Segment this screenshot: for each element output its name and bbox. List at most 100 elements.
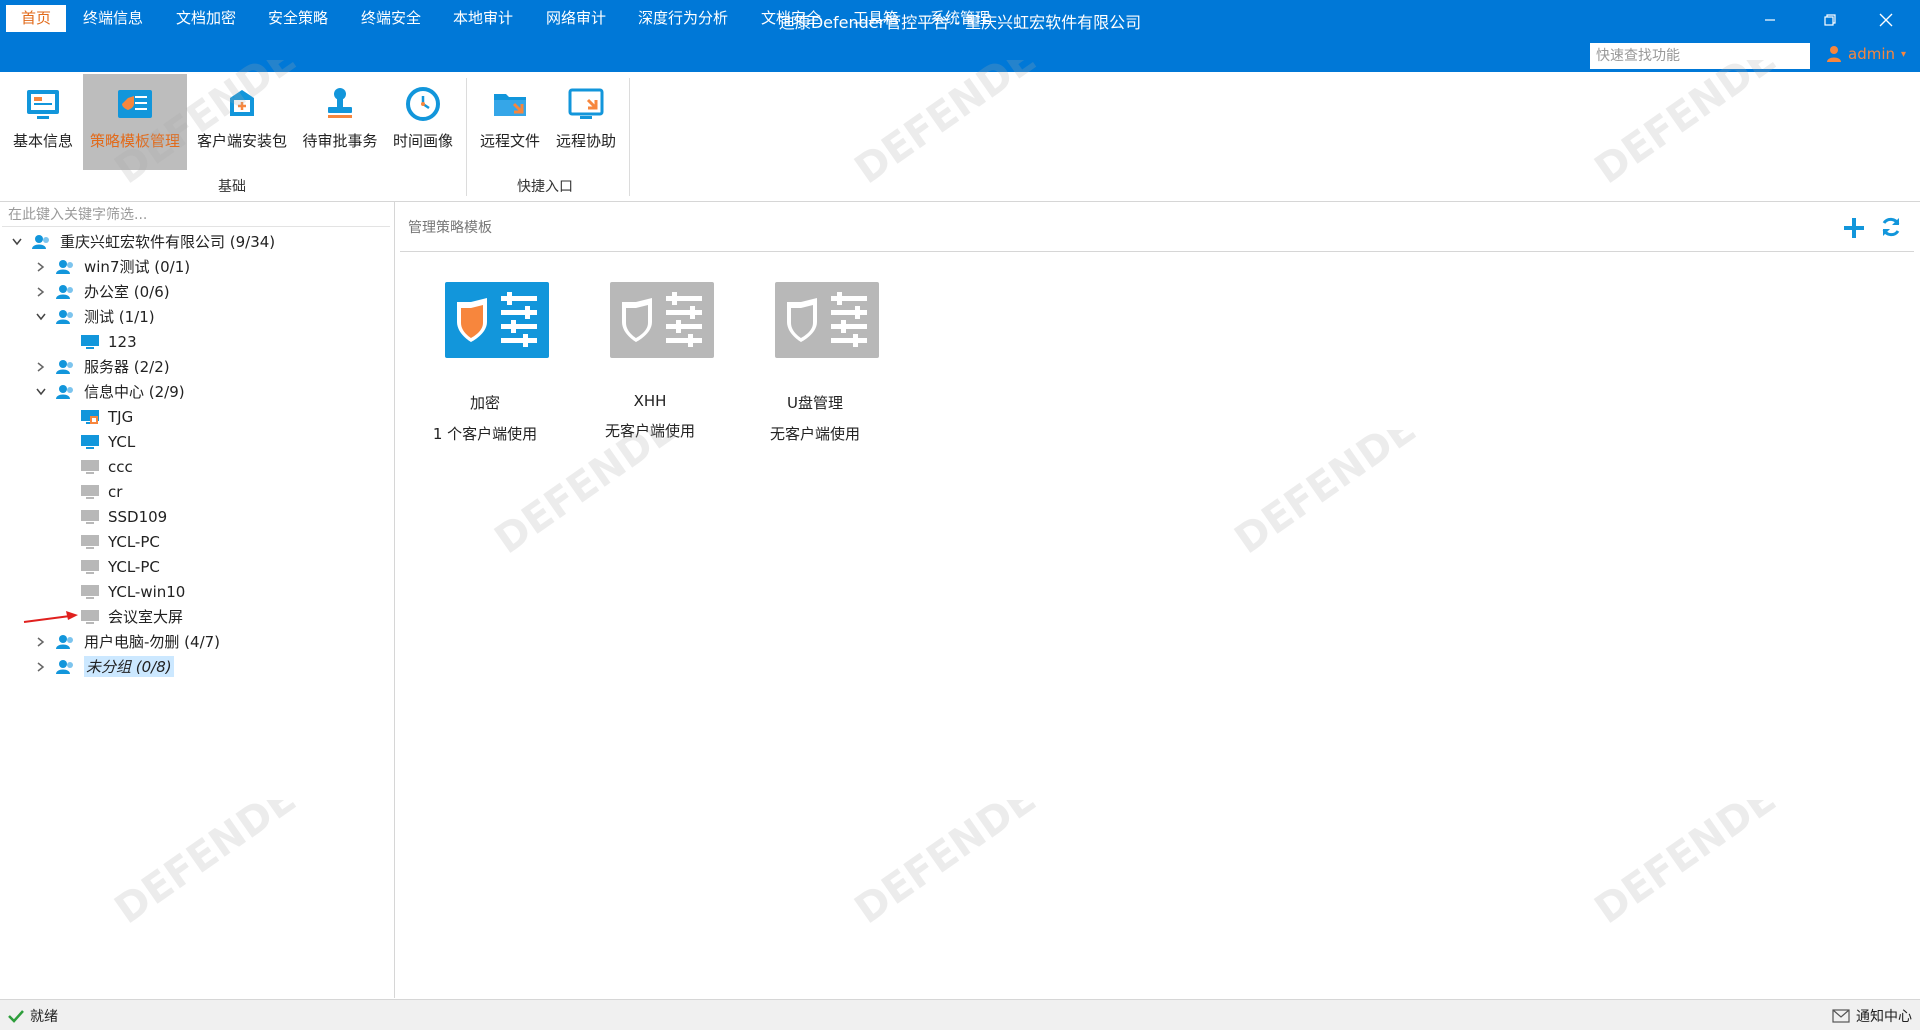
close-icon [1879, 13, 1893, 27]
user-menu[interactable]: admin ▾ [1826, 45, 1906, 63]
template-usage: 无客户端使用 [604, 422, 695, 440]
template-card-encrypt[interactable]: 加密 1 个客户端使用 [410, 282, 560, 444]
tree-node-group[interactable]: win7测试 (0/1) [32, 254, 190, 279]
ribbon-remote-assist-button[interactable]: 远程协助 [551, 74, 621, 170]
user-group-icon [32, 233, 52, 251]
ribbon-group-label-basic: 基础 [218, 179, 246, 195]
add-template-icon[interactable] [1842, 216, 1866, 240]
status-text: 就绪 [30, 1009, 58, 1025]
ribbon-pending-approval-button[interactable]: 待审批事务 [298, 74, 382, 170]
user-icon [1827, 46, 1841, 62]
chevron-right-icon[interactable] [32, 633, 50, 651]
menu-toolbox[interactable]: 工具箱 [838, 5, 913, 32]
tree-node-computer[interactable]: ccc [80, 454, 133, 479]
ribbon-basic-info-button[interactable]: 基本信息 [8, 74, 78, 170]
tree-node-label: 123 [108, 332, 137, 351]
tree-node-label: YCL [108, 432, 136, 451]
menu-security-policy[interactable]: 安全策略 [253, 5, 343, 32]
tree-node-label: YCL-PC [108, 532, 160, 551]
tree-node-group[interactable]: 办公室 (0/6) [32, 279, 170, 304]
template-usage: 无客户端使用 [769, 425, 860, 443]
menu-behavior-analysis[interactable]: 深度行为分析 [623, 5, 743, 32]
ribbon-separator [466, 78, 467, 196]
tree-node-computer[interactable]: cr [80, 479, 122, 504]
tree-node-label: cr [108, 482, 123, 501]
tree-node-computer[interactable]: 会议室大屏 [80, 604, 183, 629]
chevron-right-icon[interactable] [32, 283, 50, 301]
computer-online-icon [80, 333, 100, 351]
remote-screen-icon [568, 88, 604, 119]
tree-node-group[interactable]: 未分组 (0/8) [32, 654, 174, 679]
tree-node-computer[interactable]: SSD109 [80, 504, 167, 529]
chevron-down-icon[interactable] [32, 308, 50, 326]
ribbon-label: 客户端安装包 [196, 132, 287, 150]
ribbon-time-portrait-button[interactable]: 时间画像 [388, 74, 458, 170]
template-usage: 1 个客户端使用 [432, 425, 538, 443]
tree-node-computer[interactable]: YCL [80, 429, 135, 454]
computer-offline-icon [80, 508, 100, 526]
restore-icon [1824, 14, 1836, 26]
ribbon-label: 待审批事务 [302, 132, 378, 150]
quick-search-input[interactable] [1590, 43, 1810, 69]
tree-node-root[interactable]: 重庆兴虹宏软件有限公司 (9/34) [8, 229, 275, 254]
ribbon-group-label-shortcut: 快捷入口 [517, 179, 573, 195]
menu-terminal-info[interactable]: 终端信息 [68, 5, 158, 32]
tree-node-label: 服务器 (2/2) [84, 358, 170, 376]
tree-node-group[interactable]: 测试 (1/1) [32, 304, 155, 329]
tree-node-computer[interactable]: 123 [80, 329, 137, 354]
stamp-icon [328, 88, 352, 118]
tree-node-label: YCL-win10 [108, 582, 186, 601]
panel-header: 管理策略模板 [400, 202, 1914, 252]
clock-icon [406, 87, 440, 121]
chevron-down-icon[interactable] [8, 233, 26, 251]
chevron-down-icon[interactable] [32, 383, 50, 401]
tree-node-computer[interactable]: TJG [80, 404, 133, 429]
user-group-icon [56, 308, 76, 326]
menu-network-audit[interactable]: 网络审计 [531, 5, 621, 32]
tree-node-label: 未分组 (0/8) [84, 656, 174, 677]
template-icon [118, 90, 152, 118]
chevron-down-icon: ▾ [1901, 48, 1907, 60]
tree-node-group[interactable]: 用户电脑-勿删 (4/7) [32, 629, 220, 654]
tree-node-group[interactable]: 服务器 (2/2) [32, 354, 170, 379]
ribbon-client-package-button[interactable]: 客户端安装包 [193, 74, 291, 170]
annotation-arrow-icon [23, 611, 78, 623]
notification-center-button[interactable]: 通知中心 [1832, 1006, 1912, 1026]
template-card-xhh[interactable]: XHH 无客户端使用 [575, 282, 725, 441]
tree-node-label: 测试 (1/1) [84, 308, 155, 326]
menu-system-management[interactable]: 系统管理 [915, 5, 1005, 32]
computer-online-icon [80, 433, 100, 451]
ribbon-label: 远程文件 [479, 132, 540, 150]
chevron-right-icon[interactable] [32, 358, 50, 376]
ribbon-policy-template-button[interactable]: 策略模板管理 [83, 74, 187, 170]
minimize-button[interactable] [1750, 6, 1790, 34]
refresh-icon[interactable] [1880, 216, 1902, 238]
user-group-icon [56, 358, 76, 376]
template-card-usb[interactable]: U盘管理 无客户端使用 [740, 282, 890, 444]
ribbon-label: 策略模板管理 [89, 132, 180, 150]
menu-local-audit[interactable]: 本地审计 [438, 5, 528, 32]
close-button[interactable] [1866, 6, 1906, 34]
tree-node-label: YCL-PC [108, 557, 160, 576]
chevron-right-icon[interactable] [32, 658, 50, 676]
group-tree-panel: 重庆兴虹宏软件有限公司 (9/34) win7测试 (0/1) 办公室 (0/6… [0, 202, 395, 998]
menu-home[interactable]: 首页 [6, 5, 67, 32]
tree-node-computer[interactable]: YCL-PC [80, 529, 160, 554]
tree-filter-input[interactable] [2, 203, 390, 227]
tree-node-computer[interactable]: YCL-PC [80, 554, 160, 579]
ribbon-label: 远程协助 [555, 132, 616, 150]
menu-doc-encryption[interactable]: 文档加密 [161, 5, 251, 32]
tree-node-computer[interactable]: YCL-win10 [80, 579, 185, 604]
restore-button[interactable] [1810, 6, 1850, 34]
tree-node-label: SSD109 [108, 507, 168, 526]
menu-terminal-security[interactable]: 终端安全 [346, 5, 436, 32]
chevron-right-icon[interactable] [32, 258, 50, 276]
policy-template-icon [774, 282, 879, 358]
computer-offline-icon [80, 533, 100, 551]
user-group-icon [56, 633, 76, 651]
user-group-icon [56, 283, 76, 301]
ribbon-remote-file-button[interactable]: 远程文件 [475, 74, 545, 170]
policy-template-icon [609, 282, 714, 358]
menu-doc-security[interactable]: 文档安全 [746, 5, 836, 32]
tree-node-group[interactable]: 信息中心 (2/9) [32, 379, 185, 404]
